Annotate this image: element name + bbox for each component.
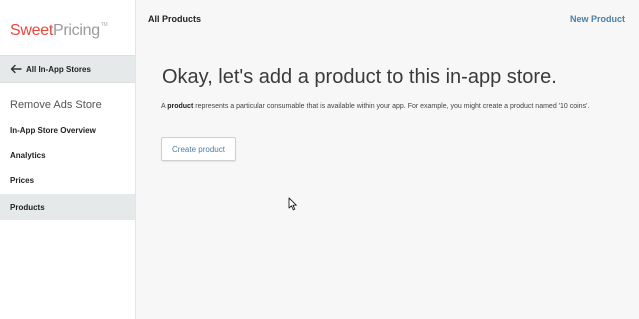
- desc-rest: represents a particular consumable that …: [193, 103, 590, 110]
- app-window: SweetPricingTM All In-App Stores Remove …: [0, 0, 639, 319]
- sweetpricing-logo[interactable]: SweetPricingTM: [10, 22, 108, 40]
- empty-state-description: A product represents a particular consum…: [161, 100, 631, 113]
- sidebar-item-overview[interactable]: In-App Store Overview: [0, 118, 135, 142]
- page-title: All Products: [148, 14, 202, 24]
- logo-trademark: TM: [100, 22, 108, 28]
- empty-state-headline: Okay, let's add a product to this in-app…: [162, 66, 557, 88]
- sidebar-item-products[interactable]: Products: [0, 194, 135, 220]
- logo-sweet: Sweet: [10, 22, 53, 39]
- sidebar: SweetPricingTM All In-App Stores Remove …: [0, 0, 136, 319]
- desc-bold-term: product: [167, 103, 194, 110]
- back-link-label: All In-App Stores: [26, 64, 91, 74]
- sidebar-item-analytics[interactable]: Analytics: [0, 143, 135, 167]
- logo-pricing: Pricing: [52, 22, 100, 39]
- sidebar-item-label: Analytics: [10, 150, 46, 160]
- sidebar-item-label: In-App Store Overview: [10, 125, 96, 135]
- create-product-button[interactable]: Create product: [161, 137, 236, 161]
- new-product-link[interactable]: New Product: [570, 14, 625, 24]
- back-to-all-stores-link[interactable]: All In-App Stores: [0, 55, 135, 83]
- mouse-cursor-icon: [288, 197, 297, 211]
- sidebar-item-label: Products: [10, 202, 45, 212]
- sidebar-item-label: Prices: [10, 175, 35, 185]
- header: All Products New Product: [136, 0, 639, 40]
- arrow-left-icon: [10, 64, 22, 74]
- store-name: Remove Ads Store: [10, 99, 102, 111]
- sidebar-item-prices[interactable]: Prices: [0, 168, 135, 192]
